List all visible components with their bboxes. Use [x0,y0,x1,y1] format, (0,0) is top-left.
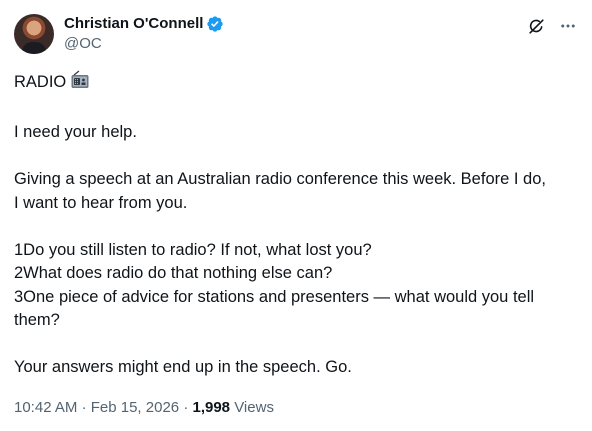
tweet-title-line: RADIO [14,70,580,98]
tweet-paragraph-2-line-1: Giving a speech at an Australian radio c… [14,170,546,188]
tweet-paragraph-2-line-2: I want to hear from you. [14,193,188,212]
question-2: 2What does radio do that nothing else ca… [14,264,333,282]
views-count: 1,998 [192,399,231,416]
header-actions [526,14,578,36]
more-icon[interactable] [558,16,578,36]
meta-separator: · [81,399,87,416]
tweet-card: Christian O'Connell @OC RADIO I need you… [0,0,592,431]
name-row: Christian O'Connell [64,14,224,34]
display-name[interactable]: Christian O'Connell [64,14,203,34]
grok-icon[interactable] [526,16,546,36]
radio-emoji-icon [70,70,90,98]
tweet-text: RADIO I need your help. Giving a speech … [14,70,580,380]
tweet-paragraph-2: Giving a speech at an Australian radio c… [14,168,580,215]
tweet-date: Feb 15, 2026 [90,399,180,416]
tweet-paragraph-1: I need your help. [14,123,137,141]
tweet-questions: 1Do you still listen to radio? If not, w… [14,239,580,333]
tweet-time: 10:42 AM [14,399,78,416]
avatar[interactable] [14,14,54,54]
author-block: Christian O'Connell @OC [64,14,224,54]
tweet-timestamp[interactable]: 10:42 AM · Feb 15, 2026 [14,399,179,416]
tweet-header: Christian O'Connell @OC [14,14,578,58]
question-1: 1Do you still listen to radio? If not, w… [14,240,372,259]
tweet-title: RADIO [14,73,67,91]
tweet-meta: 10:42 AM · Feb 15, 2026 · 1,998 Views [14,398,274,418]
verified-badge-icon[interactable] [206,15,224,33]
tweet-closing: Your answers might end up in the speech.… [14,358,352,376]
views-label: Views [234,399,274,416]
question-3-line-1: 3One piece of advice for stations and pr… [14,287,535,306]
question-3-line-2: them? [14,311,60,329]
meta-separator-2: · [183,399,189,416]
handle[interactable]: @OC [64,34,224,54]
